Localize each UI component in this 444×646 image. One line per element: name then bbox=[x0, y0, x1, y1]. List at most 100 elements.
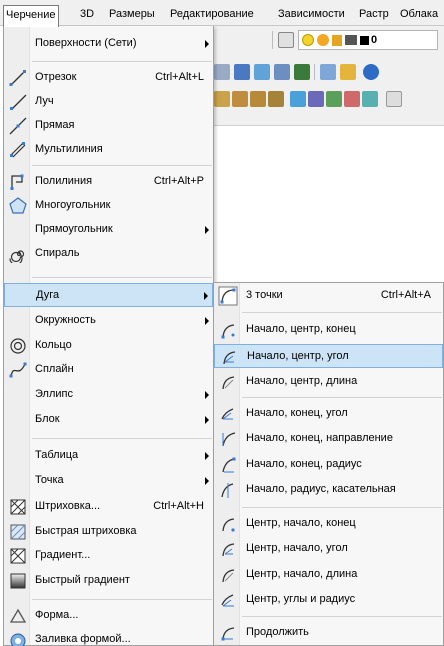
printer-icon bbox=[345, 35, 357, 45]
arc-start-center-length-icon bbox=[218, 372, 238, 392]
menu-item-circle[interactable]: Окружность bbox=[4, 309, 213, 333]
toolpalette-icon[interactable] bbox=[254, 64, 270, 80]
menu-item-rectangle[interactable]: Прямоугольник bbox=[4, 218, 213, 242]
sheetset-icon[interactable] bbox=[274, 64, 290, 80]
arc-center-start-angle[interactable]: Центр, начало, угол bbox=[214, 537, 443, 561]
tool-1-icon[interactable] bbox=[214, 91, 230, 107]
tool-8-icon[interactable] bbox=[344, 91, 360, 107]
menu-item-ellipse[interactable]: Эллипс bbox=[4, 383, 213, 407]
submenu-item-label: Начало, конец, угол bbox=[246, 407, 348, 419]
menu-item-label: Полилиния bbox=[35, 175, 93, 187]
arc-3-points-icon bbox=[218, 286, 238, 306]
shape-fill-icon bbox=[9, 631, 27, 646]
tool-9-icon[interactable] bbox=[362, 91, 378, 107]
arc-start-end-angle[interactable]: Начало, конец, угол bbox=[214, 402, 443, 426]
arc-center-angles-radius[interactable]: Центр, углы и радиус bbox=[214, 588, 443, 612]
arc-start-end-radius-icon bbox=[218, 455, 238, 475]
menu-item-label: Заливка формой... bbox=[35, 633, 131, 645]
arc-start-center-end[interactable]: Начало, центр, конец bbox=[214, 318, 443, 342]
menu-item-spline[interactable]: Сплайн bbox=[4, 358, 213, 382]
hatch-icon bbox=[9, 498, 27, 516]
properties-icon[interactable] bbox=[214, 64, 230, 80]
tool-3-icon[interactable] bbox=[250, 91, 266, 107]
menu-item-hatch[interactable]: Штриховка... Ctrl+Alt+H bbox=[4, 495, 213, 519]
arc-start-center-end-icon bbox=[218, 320, 238, 340]
color-swatch-icon bbox=[360, 36, 369, 45]
measure-icon[interactable] bbox=[320, 64, 336, 80]
draw-menu: Поверхности (Сети) Отрезок Ctrl+Alt+L Лу… bbox=[3, 26, 214, 646]
tool-5-icon[interactable] bbox=[290, 91, 306, 107]
arc-start-end-direction[interactable]: Начало, конец, направление bbox=[214, 427, 443, 451]
tool-7-icon[interactable] bbox=[326, 91, 342, 107]
submenu-separator bbox=[242, 507, 442, 508]
arc-center-start-end[interactable]: Центр, начало, конец bbox=[214, 512, 443, 536]
submenu-separator bbox=[242, 312, 442, 313]
menu-item-label: Мультилиния bbox=[35, 143, 103, 155]
menu-item-label: Штриховка... bbox=[35, 500, 101, 512]
menu-item-spiral[interactable]: Спираль bbox=[4, 242, 213, 266]
arc-start-center-length[interactable]: Начало, центр, длина bbox=[214, 370, 443, 394]
menu-item-donut[interactable]: Кольцо bbox=[4, 334, 213, 358]
menu-constraints[interactable]: Зависимости bbox=[276, 5, 347, 25]
menu-clouds[interactable]: Облака bbox=[398, 5, 440, 25]
arc-start-radius-tangent[interactable]: Начало, радиус, касательная bbox=[214, 478, 443, 502]
spiral-icon bbox=[9, 245, 27, 263]
submenu-arrow-icon bbox=[205, 317, 209, 325]
submenu-item-label: Начало, конец, направление bbox=[246, 432, 393, 444]
menu-item-label: Точка bbox=[35, 474, 64, 486]
menu-3d[interactable]: 3D bbox=[78, 5, 96, 25]
arc-3-points[interactable]: 3 точки Ctrl+Alt+A bbox=[214, 284, 443, 308]
arc-center-start-length-icon bbox=[218, 565, 238, 585]
menu-item-label: Быстрая штриховка bbox=[35, 525, 137, 537]
menu-item-shape[interactable]: Форма... bbox=[4, 604, 213, 628]
menu-item-label: Градиент... bbox=[35, 549, 91, 561]
pencil-icon[interactable] bbox=[340, 64, 356, 80]
menu-item-quick-gradient[interactable]: Быстрый градиент bbox=[4, 569, 213, 593]
menu-item-surfaces[interactable]: Поверхности (Сети) bbox=[4, 32, 213, 56]
layer-properties-icon[interactable] bbox=[278, 32, 294, 48]
designcenter-icon[interactable] bbox=[234, 64, 250, 80]
help-icon[interactable] bbox=[363, 64, 379, 80]
menu-dimensions[interactable]: Размеры bbox=[107, 5, 157, 25]
toolbar-area: 0 bbox=[210, 26, 444, 126]
text-style-icon[interactable] bbox=[386, 91, 402, 107]
menu-item-shortcut: Ctrl+Alt+P bbox=[153, 175, 204, 187]
menu-item-xline[interactable]: Прямая bbox=[4, 114, 213, 138]
menu-item-line[interactable]: Отрезок Ctrl+Alt+L bbox=[4, 66, 213, 90]
menu-item-point[interactable]: Точка bbox=[4, 469, 213, 493]
menu-item-shortcut: Ctrl+Alt+L bbox=[155, 71, 204, 83]
arc-start-end-radius[interactable]: Начало, конец, радиус bbox=[214, 453, 443, 477]
menu-item-multiline[interactable]: Мультилиния bbox=[4, 138, 213, 162]
submenu-item-label: Начало, центр, длина bbox=[246, 375, 358, 387]
menu-item-polyline[interactable]: Полилиния Ctrl+Alt+P bbox=[4, 170, 213, 194]
menu-item-gradient[interactable]: Градиент... bbox=[4, 544, 213, 568]
menu-raster[interactable]: Растр bbox=[357, 5, 391, 25]
arc-center-start-length[interactable]: Центр, начало, длина bbox=[214, 563, 443, 587]
layer-toolbar: 0 bbox=[210, 29, 444, 51]
arc-start-center-angle[interactable]: Начало, центр, угол bbox=[214, 344, 443, 368]
tool-4-icon[interactable] bbox=[268, 91, 284, 107]
menu-item-table[interactable]: Таблица bbox=[4, 444, 213, 468]
tool-6-icon[interactable] bbox=[308, 91, 324, 107]
calculator-icon[interactable] bbox=[294, 64, 310, 80]
menu-item-label: Блок bbox=[35, 413, 60, 425]
arc-start-end-angle-icon bbox=[218, 404, 238, 424]
menu-item-ray[interactable]: Луч bbox=[4, 90, 213, 114]
tool-2-icon[interactable] bbox=[232, 91, 248, 107]
menu-item-block[interactable]: Блок bbox=[4, 408, 213, 432]
submenu-arrow-icon bbox=[205, 40, 209, 48]
menu-drawing[interactable]: Черчение bbox=[3, 5, 59, 27]
submenu-arrow-icon bbox=[205, 391, 209, 399]
layer-dropdown[interactable]: 0 bbox=[298, 30, 438, 50]
menu-item-shape-fill[interactable]: Заливка формой... bbox=[4, 628, 213, 646]
menu-item-label: Сплайн bbox=[35, 363, 74, 375]
menu-item-label: Таблица bbox=[35, 449, 79, 461]
menu-edit[interactable]: Редактирование bbox=[168, 5, 256, 25]
menu-item-polygon[interactable]: Многоугольник bbox=[4, 194, 213, 218]
menu-item-quick-hatch[interactable]: Быстрая штриховка bbox=[4, 520, 213, 544]
menu-item-label: Прямая bbox=[35, 119, 75, 131]
arc-center-start-end-icon bbox=[218, 514, 238, 534]
arc-continue[interactable]: Продолжить bbox=[214, 621, 443, 645]
menu-item-arc[interactable]: Дуга bbox=[4, 283, 213, 307]
arc-center-start-angle-icon bbox=[218, 539, 238, 559]
